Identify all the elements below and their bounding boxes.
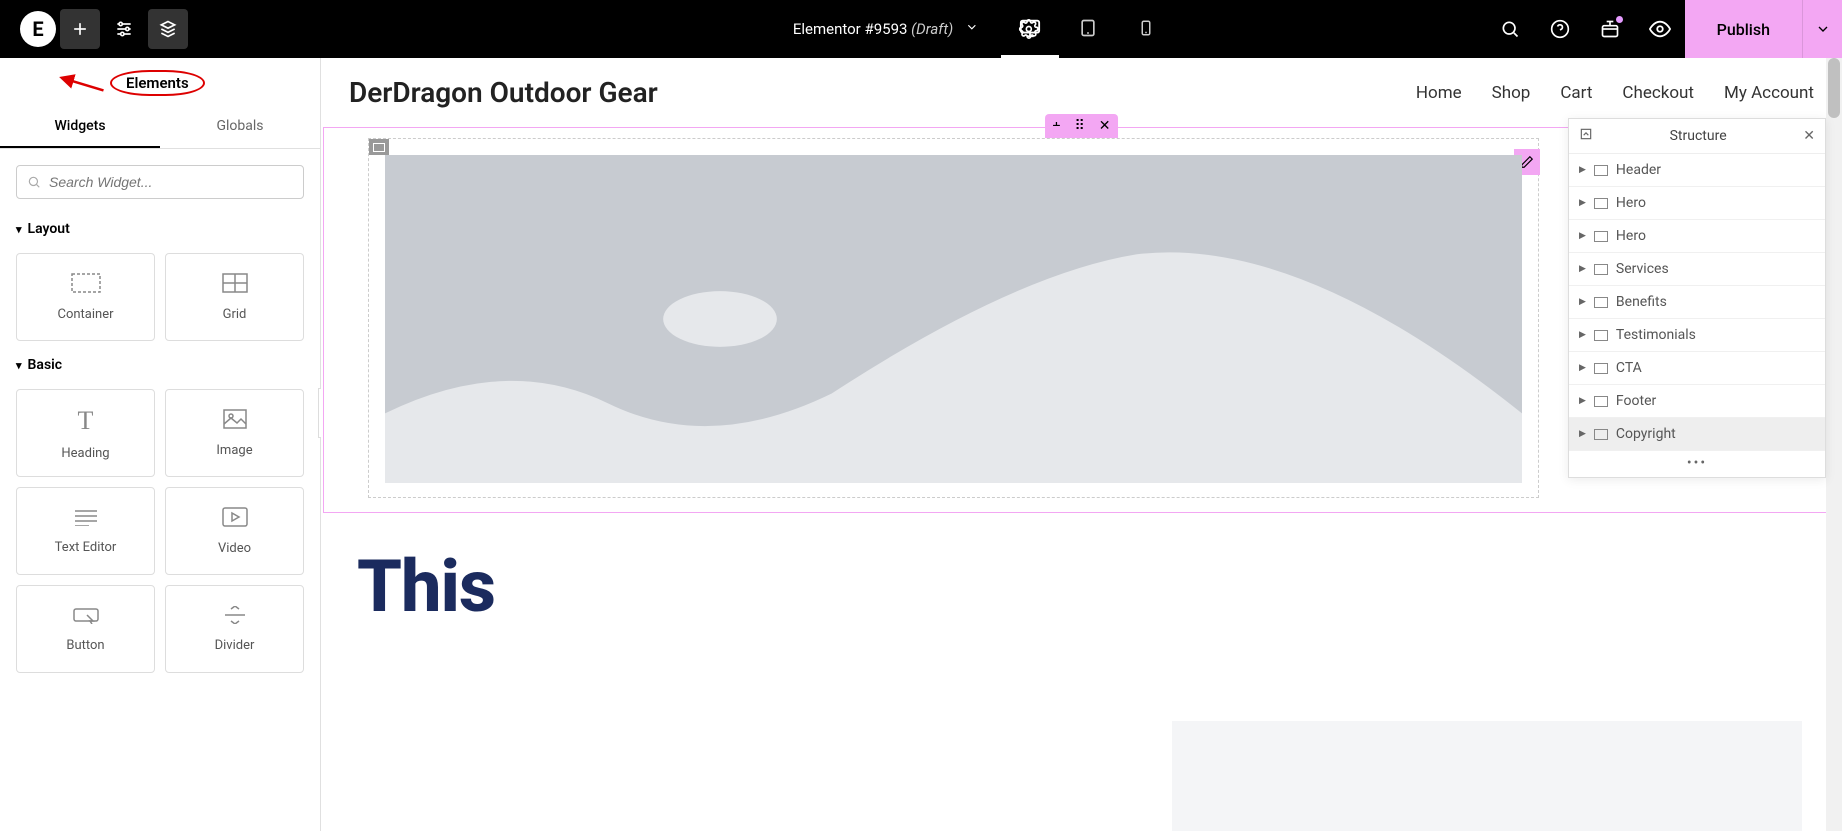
document-title-text: Elementor #9593 xyxy=(793,20,908,38)
site-settings-button[interactable] xyxy=(104,9,144,49)
close-structure-button[interactable]: ✕ xyxy=(1803,128,1815,144)
editor-canvas: DerDragon Outdoor Gear Home Shop Cart Ch… xyxy=(321,58,1842,831)
structure-item-hero[interactable]: ▶Hero xyxy=(1569,187,1825,220)
add-element-button[interactable] xyxy=(60,9,100,49)
text-editor-icon xyxy=(73,508,99,530)
site-nav: Home Shop Cart Checkout My Account xyxy=(1416,83,1814,103)
layout-section-header[interactable]: Layout xyxy=(0,215,320,243)
finder-search-button[interactable] xyxy=(1485,0,1535,58)
column-outline[interactable] xyxy=(368,138,1539,498)
widget-label: Video xyxy=(218,541,251,556)
button-icon xyxy=(73,606,99,628)
heading-icon: T xyxy=(78,406,94,436)
widget-grid[interactable]: Grid xyxy=(165,253,304,341)
widget-image[interactable]: Image xyxy=(165,389,304,477)
widget-label: Container xyxy=(57,307,113,322)
structure-item-copyright[interactable]: ▶Copyright xyxy=(1569,418,1825,451)
structure-item-label: Header xyxy=(1616,162,1661,178)
structure-title: Structure xyxy=(1593,128,1803,144)
divider-icon xyxy=(223,606,247,628)
image-placeholder[interactable] xyxy=(385,155,1522,483)
nav-shop[interactable]: Shop xyxy=(1492,83,1531,103)
widget-text-editor[interactable]: Text Editor xyxy=(16,487,155,575)
globals-tab[interactable]: Globals xyxy=(160,106,320,148)
nav-checkout[interactable]: Checkout xyxy=(1622,83,1694,103)
notification-dot-icon xyxy=(1616,16,1623,23)
widget-divider[interactable]: Divider xyxy=(165,585,304,673)
structure-item-label: Footer xyxy=(1616,393,1656,409)
structure-item-label: Services xyxy=(1616,261,1669,277)
site-title: DerDragon Outdoor Gear xyxy=(349,76,658,109)
widget-label: Button xyxy=(66,638,104,653)
widget-heading[interactable]: T Heading xyxy=(16,389,155,477)
structure-item-services[interactable]: ▶Services xyxy=(1569,253,1825,286)
widget-label: Grid xyxy=(223,307,247,322)
widget-button[interactable]: Button xyxy=(16,585,155,673)
structure-list: ▶Header ▶Hero ▶Hero ▶Services ▶Benefits … xyxy=(1569,154,1825,451)
mobile-view-button[interactable] xyxy=(1117,0,1175,58)
structure-collapse-icon[interactable] xyxy=(1579,127,1593,145)
top-toolbar: E Elementor #9593 (Draft) xyxy=(0,0,1842,58)
search-icon xyxy=(27,175,41,189)
widgets-tab[interactable]: Widgets xyxy=(0,106,160,148)
whats-new-button[interactable] xyxy=(1585,0,1635,58)
elements-panel: Elements Widgets Globals Layout Containe… xyxy=(0,58,321,831)
nav-home[interactable]: Home xyxy=(1416,83,1462,103)
widget-container[interactable]: Container xyxy=(16,253,155,341)
preview-button[interactable] xyxy=(1635,0,1685,58)
structure-item-label: Benefits xyxy=(1616,294,1667,310)
content-panel xyxy=(1172,721,1802,831)
publish-options-button[interactable] xyxy=(1802,0,1842,58)
nav-my-account[interactable]: My Account xyxy=(1724,83,1814,103)
hero-headline: This xyxy=(321,513,1842,621)
widget-label: Heading xyxy=(61,446,109,461)
structure-item-label: Hero xyxy=(1616,195,1646,211)
structure-item-cta[interactable]: ▶CTA xyxy=(1569,352,1825,385)
nav-cart[interactable]: Cart xyxy=(1560,83,1592,103)
column-tag-icon[interactable] xyxy=(369,139,389,155)
video-icon xyxy=(222,507,248,531)
structure-item-label: Copyright xyxy=(1616,426,1676,442)
structure-item-benefits[interactable]: ▶Benefits xyxy=(1569,286,1825,319)
add-section-button[interactable]: + xyxy=(1053,118,1061,134)
structure-item-label: CTA xyxy=(1616,360,1642,376)
structure-more-button[interactable]: ••• xyxy=(1569,451,1825,477)
widget-label: Text Editor xyxy=(55,540,117,555)
search-widget-box[interactable] xyxy=(16,165,304,199)
structure-item-testimonials[interactable]: ▶Testimonials xyxy=(1569,319,1825,352)
headline-line: This xyxy=(357,553,1806,621)
structure-item-hero-2[interactable]: ▶Hero xyxy=(1569,220,1825,253)
container-icon xyxy=(71,273,101,297)
elementor-logo[interactable]: E xyxy=(20,11,56,47)
grid-icon xyxy=(222,273,248,297)
help-button[interactable] xyxy=(1535,0,1585,58)
structure-item-label: Testimonials xyxy=(1616,327,1696,343)
structure-item-label: Hero xyxy=(1616,228,1646,244)
document-status: (Draft) xyxy=(911,20,953,38)
widget-video[interactable]: Video xyxy=(165,487,304,575)
tablet-view-button[interactable] xyxy=(1059,0,1117,58)
basic-section-header[interactable]: Basic xyxy=(0,351,320,379)
structure-item-header[interactable]: ▶Header xyxy=(1569,154,1825,187)
annotation-elements-label: Elements xyxy=(110,70,205,96)
document-title[interactable]: Elementor #9593 (Draft) xyxy=(793,20,953,38)
widget-label: Image xyxy=(216,443,252,458)
desktop-view-button[interactable] xyxy=(1001,0,1059,58)
drag-section-handle[interactable]: ⠿ xyxy=(1074,118,1084,134)
structure-panel: Structure ✕ ▶Header ▶Hero ▶Hero ▶Service… xyxy=(1568,118,1826,478)
section-controls: + ⠿ ✕ xyxy=(1045,114,1119,138)
publish-button[interactable]: Publish xyxy=(1685,0,1802,58)
widget-label: Divider xyxy=(215,638,255,653)
scrollbar[interactable] xyxy=(1826,58,1842,831)
search-widget-input[interactable] xyxy=(49,174,293,190)
image-icon xyxy=(223,409,247,433)
scrollbar-thumb[interactable] xyxy=(1828,58,1840,118)
chevron-down-icon[interactable] xyxy=(965,20,979,38)
structure-button[interactable] xyxy=(148,9,188,49)
delete-section-button[interactable]: ✕ xyxy=(1099,118,1111,134)
structure-item-footer[interactable]: ▶Footer xyxy=(1569,385,1825,418)
